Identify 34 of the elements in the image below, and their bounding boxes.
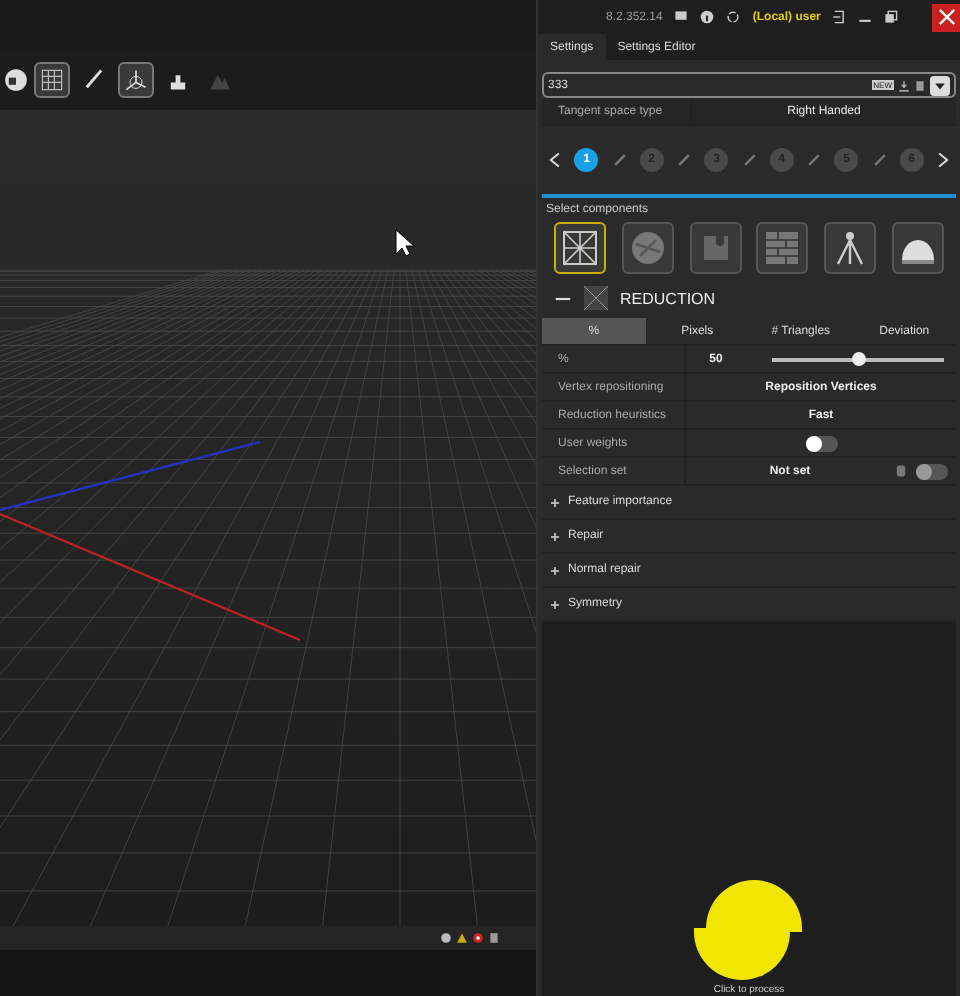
expand-icon: [550, 531, 560, 541]
toggle-switch[interactable]: [916, 463, 948, 479]
slider-thumb[interactable]: [852, 351, 866, 365]
chevron-right-icon: [936, 148, 952, 172]
trash-icon: [914, 79, 926, 91]
axes-icon: [124, 68, 148, 92]
close-button[interactable]: [932, 3, 960, 31]
refresh-icon: [726, 10, 741, 24]
dropdown-button[interactable]: [930, 75, 950, 95]
trash-icon: [488, 932, 500, 944]
component-button[interactable]: [824, 222, 877, 274]
database-icon: [894, 464, 908, 478]
grid-icon: [40, 68, 64, 92]
warning-icon: [456, 932, 468, 944]
mouse-cursor-icon: [395, 229, 415, 257]
expand-icon: [550, 565, 560, 575]
expand-icon: [550, 497, 560, 507]
close-icon: [937, 8, 955, 26]
bricks-icon: [762, 228, 803, 268]
grid-toggle-button[interactable]: [34, 62, 70, 98]
expand-icon: [550, 599, 560, 609]
info-icon: [700, 10, 715, 24]
axes-tool-button[interactable]: [118, 62, 154, 98]
download-icon: [898, 79, 910, 91]
mesh-grid-icon: [584, 286, 608, 310]
logout-icon: [832, 10, 847, 24]
toggle-switch[interactable]: [805, 435, 837, 451]
caret-icon: [934, 79, 946, 91]
mesh-grid-icon: [560, 228, 600, 268]
component-button[interactable]: [891, 222, 944, 274]
component-button[interactable]: [554, 222, 606, 274]
chevron-left-icon: [546, 148, 562, 172]
restore-icon: [884, 10, 899, 24]
section-title: REDUCTION: [620, 289, 716, 307]
